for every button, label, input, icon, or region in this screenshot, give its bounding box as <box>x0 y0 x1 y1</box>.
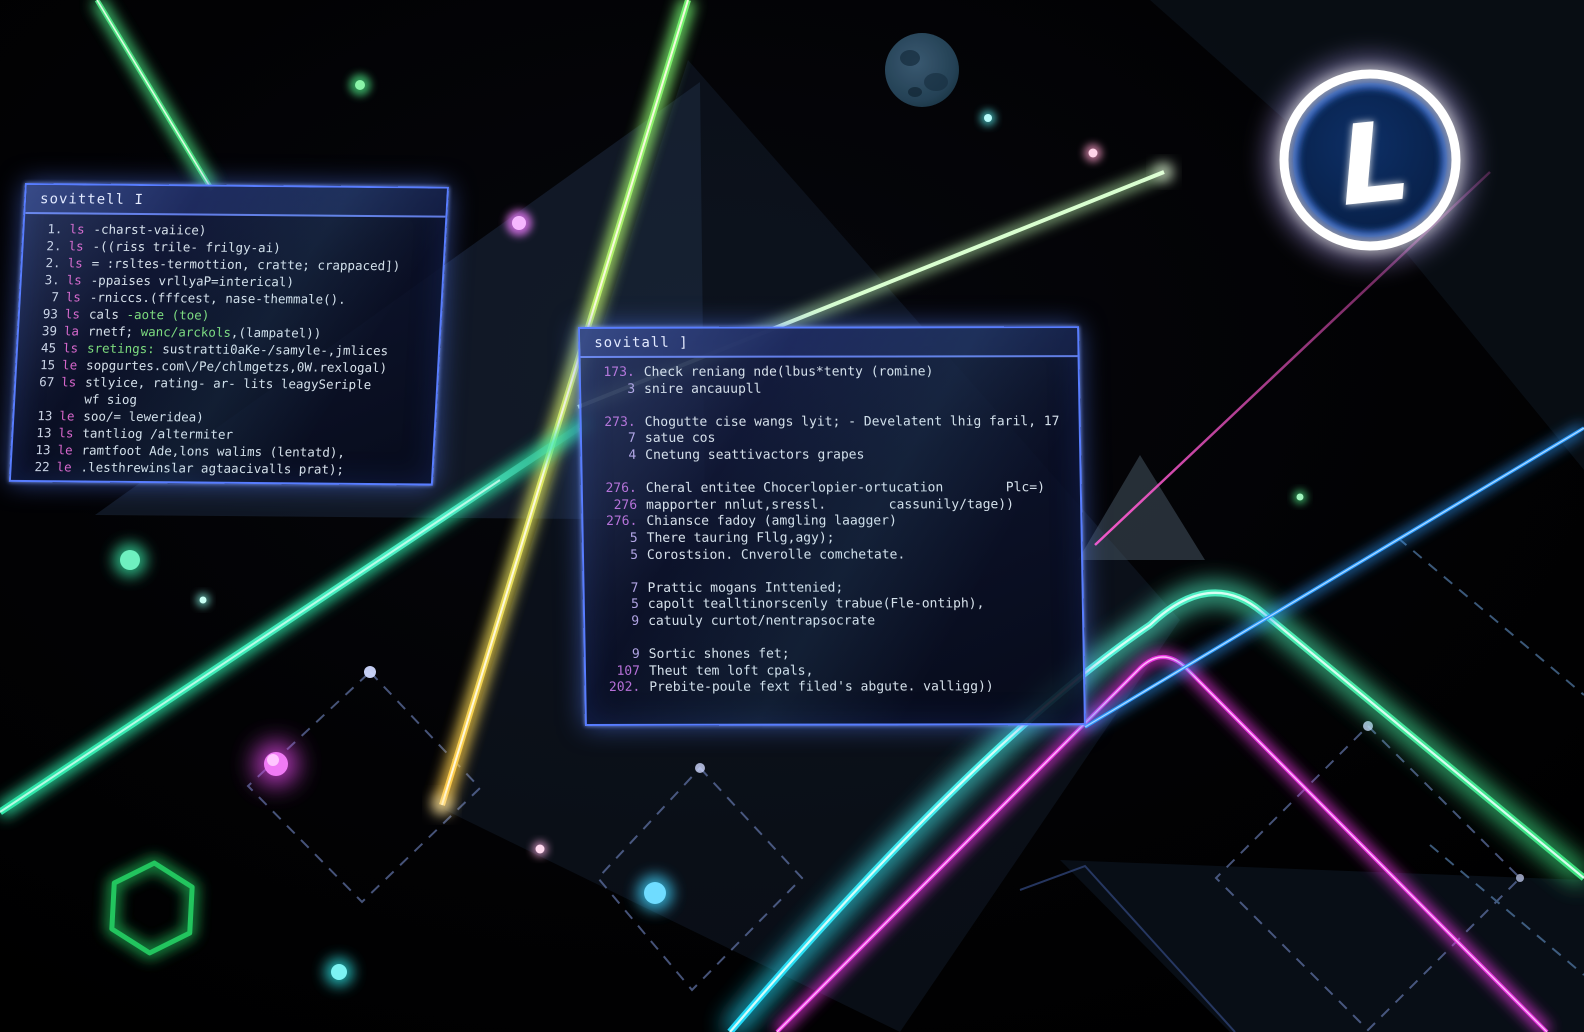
terminal-2-title: sovitall ] <box>594 334 689 351</box>
code-line: 7 Prattic mogans Inttenied; <box>630 580 844 596</box>
terminal-window-1: sovittell I 1. ls -charst-vaiice) 2. ls -((ri… <box>8 183 449 486</box>
hexagon <box>105 857 199 959</box>
terminal-2-titlebar[interactable]: sovitall ] <box>580 328 1078 358</box>
code-line: 4 Cnetung seattivactors grapes <box>628 447 865 463</box>
neon-scene: L L sovittell I 1. ls -charst-vaiice) 2. ls -… <box>0 0 1584 1032</box>
moon <box>885 33 959 107</box>
code-line: 5 There tauring Fllg,agy); <box>629 530 835 546</box>
line-tip-glow <box>433 796 451 814</box>
code-line: 276. Cheral entitee Chocerlopier-ortucati… <box>605 480 1046 497</box>
terminal-1-title: sovittell I <box>39 190 145 208</box>
terminal-2-body: 173. Check reniang nde(lbus*tenty (romine… <box>581 357 1084 701</box>
code-line: 273. Chogutte cise wangs lyit; - Develate… <box>604 413 1060 430</box>
brand-logo: L L <box>1267 57 1473 263</box>
code-line: 9 catuuly curtot/nentrapsocrate <box>631 613 876 629</box>
code-line: 276 mapporter nnlut,sressl. cassunily/tag… <box>613 496 1015 513</box>
terminal-window-2: sovitall ] 173. Check reniang nde(lbus*te… <box>578 326 1086 726</box>
code-line: 173. Check reniang nde(lbus*tenty (romine… <box>603 364 934 380</box>
terminal-1-body: 1. ls -charst-vaiice) 2. ls -((riss trile- fr… <box>11 214 445 484</box>
neon-line-green-topleft <box>91 0 218 194</box>
code-line: 276. Chiansce fadoy (amgling laagger) <box>605 513 897 530</box>
code-line: 3 snire ancauupll <box>627 381 762 397</box>
code-line: 202. Prebite-poule fext filed's abgute. v… <box>608 679 994 696</box>
code-line: 107 Theut tem loft cpals, <box>616 663 814 679</box>
code-line: 7 satue cos <box>627 431 716 447</box>
code-line: 5 capolt tealltinorscenly trabue(Fle-onti… <box>630 596 985 613</box>
terminal-1-titlebar[interactable]: sovittell I <box>25 185 447 218</box>
code-line: 5 Corostsion. Cnverolle comchetate. <box>630 546 906 563</box>
logo-glyph: L <box>1333 96 1416 231</box>
code-line: 22 le .lesthrewinslar agtaacivalls prat); <box>34 459 345 477</box>
code-line: 9 Sortic shones fet; <box>631 646 790 662</box>
